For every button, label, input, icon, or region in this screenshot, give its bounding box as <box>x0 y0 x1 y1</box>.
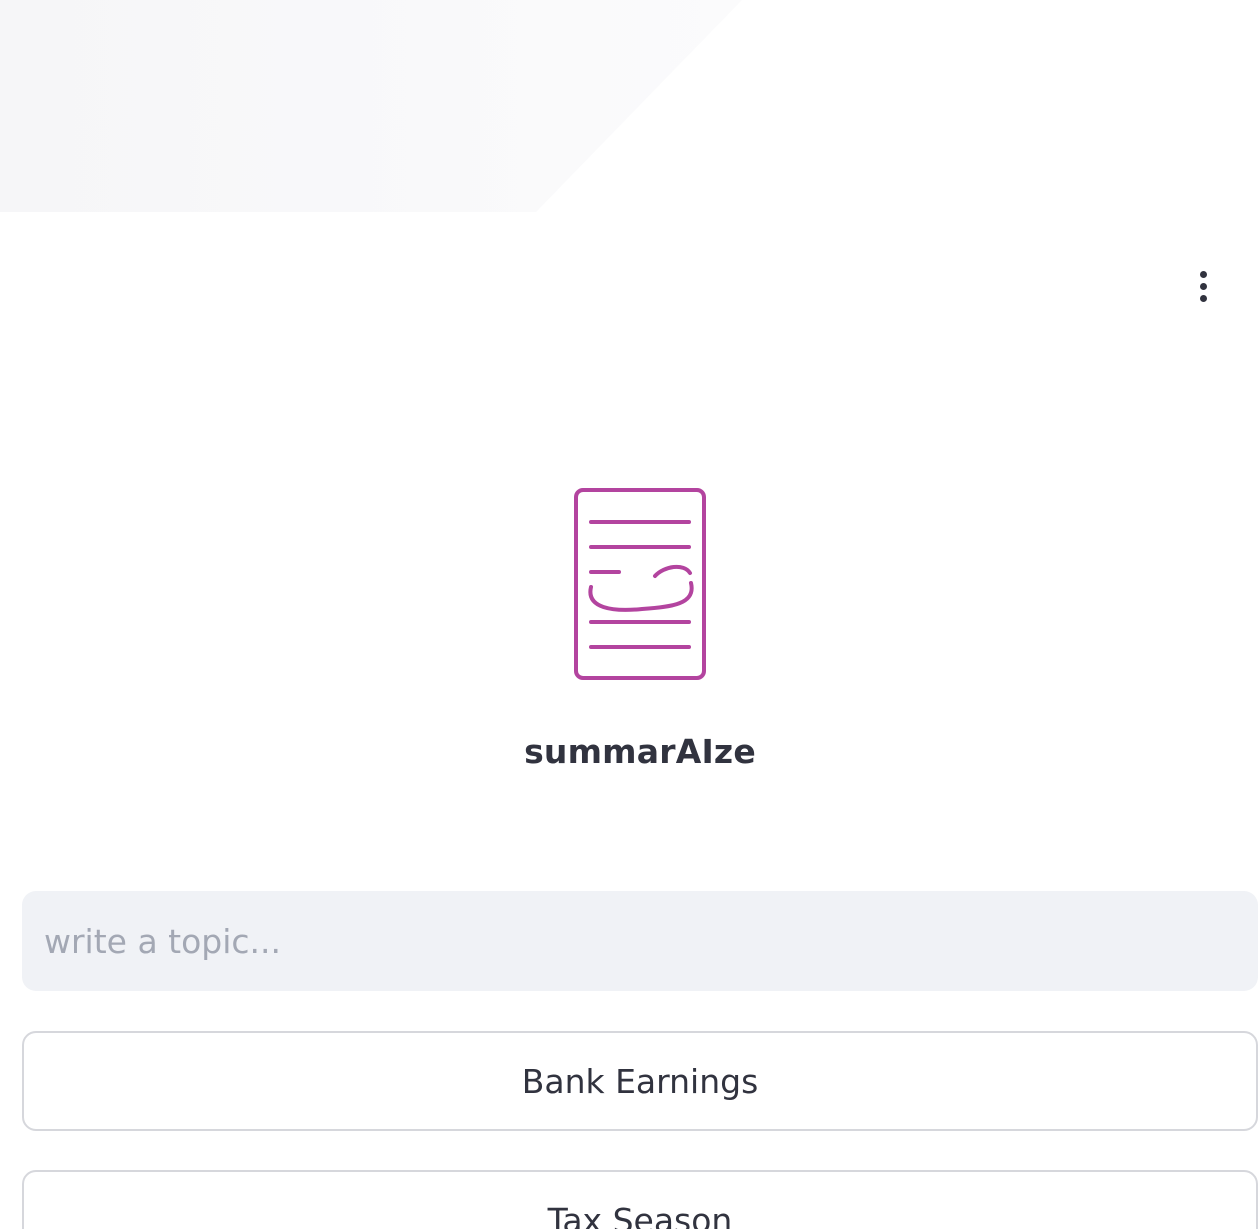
app-title: summarAIze <box>524 732 756 771</box>
topic-input[interactable] <box>22 891 1258 991</box>
vertical-ellipsis-icon <box>1199 270 1207 278</box>
app-page: summarAIze Bank Earnings Tax Season <box>0 0 1259 1229</box>
suggestion-button-bank-earnings[interactable]: Bank Earnings <box>22 1031 1258 1131</box>
smiling-document-icon <box>574 488 706 680</box>
suggestion-button-tax-season[interactable]: Tax Season <box>22 1170 1258 1229</box>
main-menu-button[interactable] <box>1186 266 1220 306</box>
background-decoration <box>0 0 742 212</box>
